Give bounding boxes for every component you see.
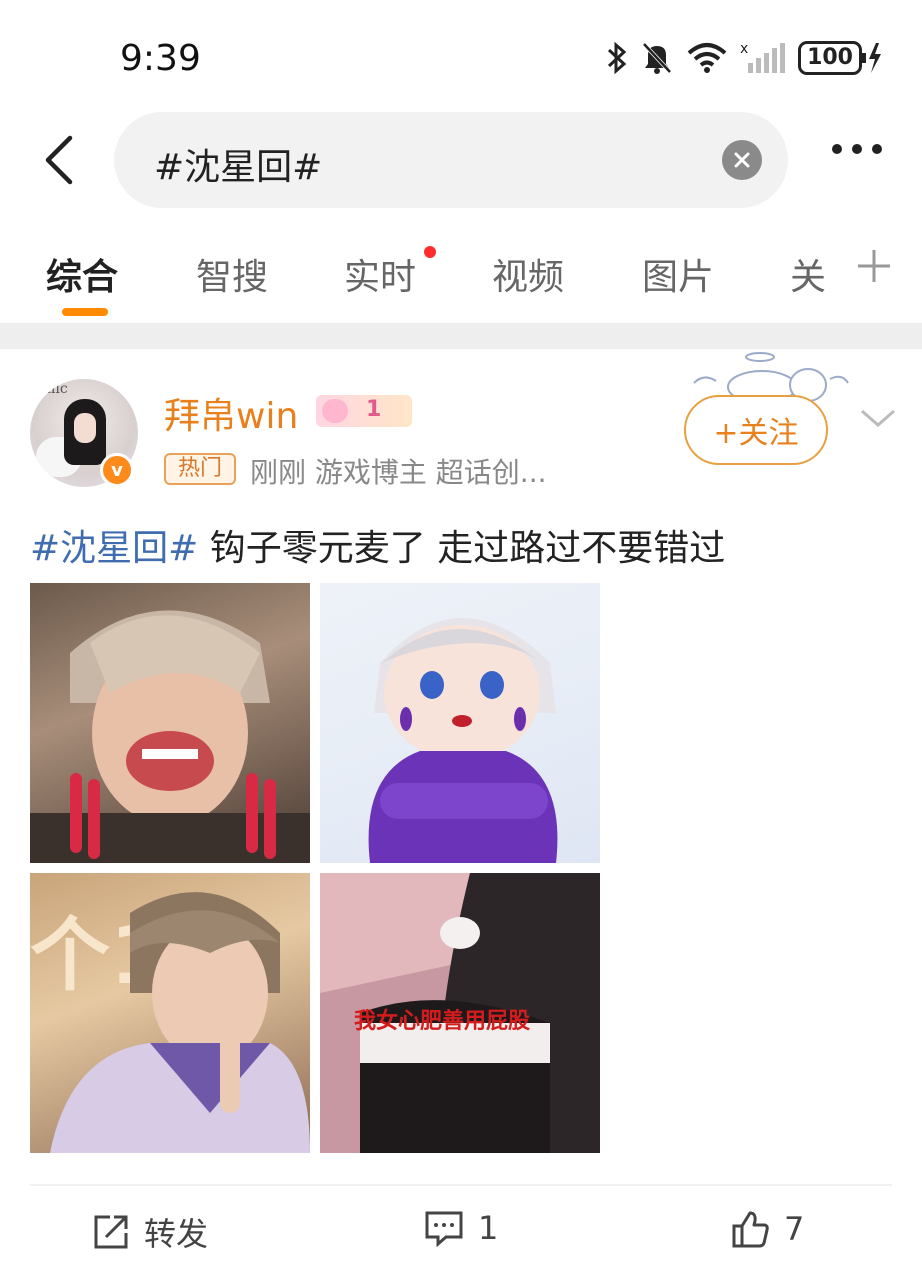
like-count: 7 <box>784 1210 805 1248</box>
tab-zonghe[interactable]: 综合 <box>46 248 118 300</box>
avatar-text: Amic <box>32 381 68 397</box>
verified-badge-icon: v <box>100 453 134 487</box>
signal-icon: x <box>740 41 786 73</box>
battery-level: 100 <box>798 41 862 75</box>
repost-icon <box>94 1215 128 1249</box>
post-image-1[interactable] <box>30 583 310 863</box>
search-query: #沈星回# <box>154 147 323 188</box>
more-dot-icon <box>832 144 842 154</box>
tab-zhisou[interactable]: 智搜 <box>196 248 268 300</box>
username[interactable]: 拜帛win <box>164 387 298 439</box>
hashtag-link[interactable]: #沈星回# <box>30 528 198 569</box>
wifi-icon <box>687 43 727 73</box>
charging-icon <box>862 43 881 73</box>
clear-search-button[interactable] <box>722 140 762 180</box>
image-3-illustration: 个1 <box>30 892 310 1153</box>
add-tab-icon[interactable] <box>856 248 892 284</box>
more-dot-icon <box>872 144 882 154</box>
status-bar: 9:39 x 100 <box>0 0 922 110</box>
level-badge: 1 <box>316 395 412 427</box>
battery-indicator: 100 <box>798 41 884 75</box>
avatar-face <box>74 413 96 443</box>
post-text: 钩子零元麦了 走过路过不要错过 <box>198 528 726 569</box>
image-caption: 我女心肥善用屁股 <box>354 1009 531 1034</box>
pig-icon <box>322 399 348 423</box>
post-image-3[interactable]: 个1 <box>30 873 310 1153</box>
repost-button[interactable]: 转发 <box>92 1209 208 1255</box>
notification-dot <box>424 246 436 258</box>
search-tabs: 综合 智搜 实时 视频 图片 关 <box>0 230 922 320</box>
image-2-illustration <box>368 618 558 863</box>
section-divider <box>0 323 922 349</box>
like-button[interactable]: 7 <box>730 1209 804 1249</box>
status-time: 9:39 <box>120 38 201 79</box>
active-tab-indicator <box>62 308 108 316</box>
tab-images[interactable]: 图片 <box>642 248 714 300</box>
post-meta: 刚刚 游戏博主 超话创... <box>250 456 547 489</box>
chevron-down-icon[interactable] <box>858 403 898 433</box>
tab-more-partial[interactable]: 关 <box>790 248 826 300</box>
more-options-button[interactable] <box>832 144 882 154</box>
image-1-illustration <box>30 610 310 863</box>
action-separator <box>30 1184 892 1186</box>
level-number: 1 <box>366 397 382 422</box>
bluetooth-icon <box>608 41 627 75</box>
status-icons: x 100 <box>606 40 884 76</box>
post-image-4[interactable]: 我女心肥善用屁股 <box>320 873 600 1153</box>
post-image-2[interactable] <box>320 583 600 863</box>
chevron-left-icon <box>45 135 73 185</box>
back-button[interactable] <box>34 130 84 190</box>
search-input[interactable]: #沈星回# <box>114 112 788 208</box>
close-icon <box>734 152 750 168</box>
follow-button[interactable]: +关注 <box>684 395 828 465</box>
post-content: #沈星回# 钩子零元麦了 走过路过不要错过 <box>30 519 725 571</box>
hot-badge: 热门 <box>164 453 236 485</box>
mute-bell-icon <box>642 42 672 74</box>
comment-button[interactable]: 1 <box>424 1209 498 1247</box>
tab-video[interactable]: 视频 <box>492 248 564 300</box>
svg-text:x: x <box>740 41 748 57</box>
comment-icon <box>425 1211 463 1247</box>
repost-label: 转发 <box>144 1215 209 1253</box>
tab-shishi[interactable]: 实时 <box>344 248 416 300</box>
thumbs-up-icon <box>732 1211 769 1248</box>
search-bar-row: #沈星回# <box>0 112 922 208</box>
comment-count: 1 <box>478 1209 499 1247</box>
feed-post[interactable]: Amic v 拜帛win 1 热门 刚刚 游戏博主 超话创... +关注 #沈星… <box>0 349 922 1280</box>
more-dot-icon <box>852 144 862 154</box>
